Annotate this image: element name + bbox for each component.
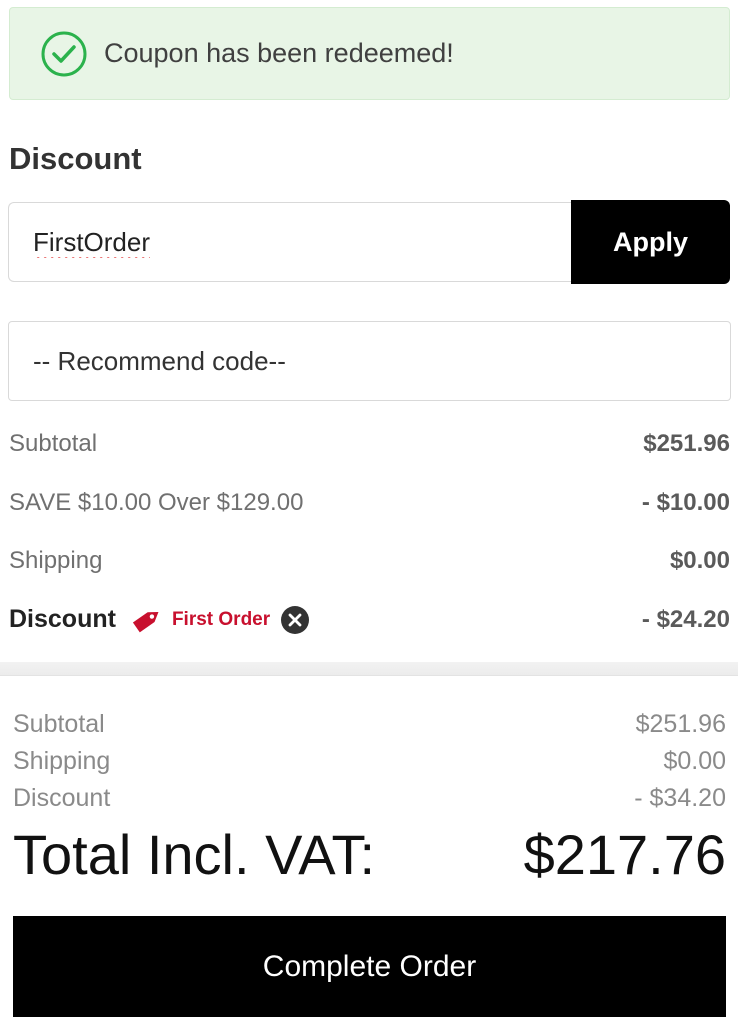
discount-code-input[interactable]	[8, 202, 571, 282]
summary-row-subtotal: Subtotal $251.96	[9, 415, 730, 474]
total-label: Total Incl. VAT:	[13, 823, 376, 886]
totals-shipping-label: Shipping	[13, 747, 111, 775]
summary-shipping-label: Shipping	[9, 547, 103, 575]
recommend-code-placeholder: -- Recommend code--	[33, 345, 286, 376]
coupon-success-alert: Coupon has been redeemed!	[9, 7, 730, 100]
totals-subtotal-value: $251.96	[635, 710, 726, 738]
summary-save-value: - $10.00	[641, 488, 730, 516]
summary-row-discount: Discount First Order - $24.20	[9, 591, 730, 650]
recommend-code-select[interactable]: -- Recommend code--	[8, 321, 731, 401]
totals-row-discount: Discount - $34.20	[13, 780, 726, 817]
totals-row-subtotal: Subtotal $251.96	[13, 706, 726, 743]
apply-button[interactable]: Apply	[571, 200, 730, 284]
summary-discount-label: Discount	[9, 605, 116, 634]
order-summary: Subtotal $251.96 SAVE $10.00 Over $129.0…	[9, 415, 730, 649]
summary-row-shipping: Shipping $0.00	[9, 532, 730, 591]
totals-discount-label: Discount	[13, 784, 111, 812]
total-value: $217.76	[523, 823, 726, 886]
summary-discount-value: - $24.20	[641, 605, 730, 633]
check-circle-icon	[40, 30, 88, 78]
totals-row-shipping: Shipping $0.00	[13, 743, 726, 780]
discount-section-title: Discount	[9, 141, 142, 176]
totals-subtotal-label: Subtotal	[13, 710, 105, 738]
tag-icon	[130, 605, 164, 635]
summary-shipping-value: $0.00	[669, 547, 730, 575]
totals-shipping-value: $0.00	[663, 747, 726, 775]
applied-coupon-name: First Order	[171, 608, 271, 630]
discount-code-row: Apply	[8, 200, 730, 284]
complete-order-button[interactable]: Complete Order	[13, 916, 726, 1017]
summary-row-save: SAVE $10.00 Over $129.00 - $10.00	[9, 474, 730, 533]
summary-discount-group: Discount First Order	[9, 605, 310, 635]
totals-discount-value: - $34.20	[634, 784, 726, 812]
summary-save-label: SAVE $10.00 Over $129.00	[9, 488, 304, 516]
close-circle-icon[interactable]	[280, 605, 310, 635]
summary-subtotal-label: Subtotal	[9, 430, 98, 458]
section-divider	[0, 662, 738, 676]
summary-subtotal-value: $251.96	[643, 430, 730, 458]
alert-message: Coupon has been redeemed!	[104, 38, 454, 68]
order-totals: Subtotal $251.96 Shipping $0.00 Discount…	[13, 706, 726, 887]
grand-total-row: Total Incl. VAT: $217.76	[13, 823, 726, 887]
